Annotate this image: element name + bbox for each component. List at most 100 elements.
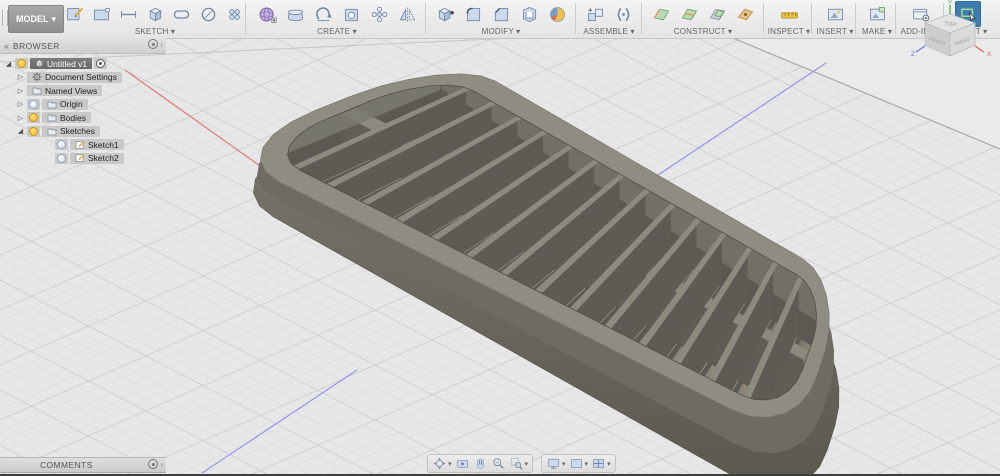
collapse-arrow-icon[interactable]: ◢	[4, 60, 13, 68]
visibility-bulb-icon[interactable]	[27, 98, 40, 110]
navigation-bar: ▾ ▾ ▾ ▾ ▾	[427, 454, 616, 473]
browser-item-pill[interactable]: Sketch1	[70, 139, 124, 151]
insert-image-icon[interactable]	[823, 2, 847, 26]
gear-icon	[32, 72, 42, 82]
caret-down-icon[interactable]: ▾	[585, 460, 589, 468]
browser-item-named-views[interactable]: ▷ Named Views	[0, 84, 166, 98]
visibility-bulb-icon[interactable]	[55, 152, 68, 164]
joint-icon[interactable]	[611, 2, 635, 26]
folder-icon	[47, 100, 57, 109]
new-component-icon[interactable]	[583, 2, 607, 26]
circle-icon[interactable]	[197, 2, 220, 26]
toolbar-group-label[interactable]: CONSTRUCT ▾	[644, 27, 762, 36]
print-icon[interactable]	[865, 2, 889, 26]
browser-title: BROWSER	[13, 40, 60, 51]
form-sphere-icon[interactable]	[255, 2, 279, 26]
toolbar-group-label[interactable]: MAKE ▾	[858, 27, 896, 36]
toolbar-group-insert: INSERT ▾	[814, 0, 856, 38]
comments-title: COMMENTS	[40, 460, 93, 470]
fusion360-window: { "app": { "workspace_label": "MODEL", "…	[0, 0, 1000, 476]
loft-icon[interactable]	[283, 2, 307, 26]
panel-chevron-icon[interactable]: ›	[160, 40, 163, 49]
expand-arrow-icon[interactable]: ▷	[16, 100, 25, 108]
look-at-button[interactable]	[454, 456, 471, 471]
browser-item-pill[interactable]: Bodies	[42, 112, 91, 124]
line-icon[interactable]	[117, 2, 140, 26]
shell-icon[interactable]	[517, 2, 541, 26]
toolbar-divider	[245, 3, 246, 34]
toolbar-group-label[interactable]: SKETCH ▾	[64, 27, 246, 36]
toolbar-group-label[interactable]: INSERT ▾	[814, 27, 856, 36]
browser-item-label: Origin	[60, 99, 83, 110]
browser-header[interactable]: « BROWSER ›	[0, 38, 166, 54]
pan-button[interactable]	[472, 456, 489, 471]
expand-arrow-icon[interactable]: ▷	[16, 87, 25, 95]
browser-item-pill[interactable]: Sketches	[42, 125, 100, 137]
caret-down-icon[interactable]: ▾	[607, 460, 611, 468]
caret-down-icon: ▾	[51, 13, 57, 24]
visibility-bulb-icon[interactable]	[55, 139, 68, 151]
slot-icon[interactable]	[170, 2, 193, 26]
point-plane-icon[interactable]	[733, 2, 757, 26]
appearance-icon[interactable]	[545, 2, 569, 26]
collapse-panel-icon[interactable]: «	[4, 41, 9, 51]
browser-item-document-settings[interactable]: ▷ Document Settings	[0, 71, 166, 85]
chamfer-icon[interactable]	[489, 2, 513, 26]
toolbar-group-label[interactable]: CREATE ▾	[248, 27, 426, 36]
caret-down-icon[interactable]: ▾	[525, 460, 529, 468]
visibility-bulb-icon[interactable]	[27, 125, 40, 137]
measure-icon[interactable]	[777, 2, 801, 26]
browser-item-pill[interactable]: Document Settings	[27, 71, 122, 83]
viewports-button[interactable]: ▾	[590, 456, 612, 471]
rectangle-icon[interactable]	[91, 2, 114, 26]
browser-item-sketches[interactable]: ◢ Sketches	[0, 125, 166, 139]
browser-item-sketch1[interactable]: Sketch1	[0, 138, 166, 152]
offset-plane-icon[interactable]	[649, 2, 673, 26]
revolve-icon[interactable]	[311, 2, 335, 26]
point-pattern-icon[interactable]	[223, 2, 246, 26]
toolbar-group-label[interactable]: MODIFY ▾	[428, 27, 574, 36]
toolbar-group-label[interactable]: INSPECT ▾	[766, 27, 812, 36]
comments-options-icon[interactable]	[148, 459, 159, 469]
pattern-icon[interactable]	[367, 2, 391, 26]
caret-down-icon[interactable]: ▾	[448, 460, 452, 468]
browser-item-pill[interactable]: Sketch2	[70, 152, 124, 164]
browser-item-untitled-v1[interactable]: ◢ Untitled v1	[0, 57, 166, 71]
display-settings-button[interactable]: ▾	[545, 456, 567, 471]
fillet-icon[interactable]	[461, 2, 485, 26]
mirror-icon[interactable]	[395, 2, 419, 26]
fit-button[interactable]: ▾	[508, 456, 530, 471]
caret-down-icon[interactable]: ▾	[562, 460, 566, 468]
press-pull-icon[interactable]	[433, 2, 457, 26]
panel-options-icon[interactable]	[148, 39, 159, 49]
zoom-button[interactable]	[490, 456, 507, 471]
axis-plane-icon[interactable]	[705, 2, 729, 26]
browser-item-pill[interactable]: Origin	[42, 98, 88, 110]
toolbar-group-sketch: SKETCH ▾	[64, 0, 246, 38]
comments-bar[interactable]: COMMENTS ›	[0, 457, 166, 473]
orbit-button[interactable]: ▾	[431, 456, 453, 471]
visibility-bulb-icon[interactable]	[27, 112, 40, 124]
browser-item-sketch2[interactable]: Sketch2	[0, 152, 166, 166]
activate-component-radio[interactable]	[94, 58, 108, 70]
collapse-arrow-icon[interactable]: ◢	[16, 127, 25, 135]
component-icon	[35, 59, 44, 68]
browser-item-origin[interactable]: ▷ Origin	[0, 98, 166, 112]
comments-chevron-icon[interactable]: ›	[160, 460, 163, 469]
browser-item-bodies[interactable]: ▷ Bodies	[0, 111, 166, 125]
browser-item-pill[interactable]: Named Views	[27, 85, 103, 97]
extrude-box-icon[interactable]	[144, 2, 167, 26]
visibility-bulb-icon[interactable]	[15, 58, 28, 70]
expand-arrow-icon[interactable]: ▷	[16, 73, 25, 81]
browser-item-pill[interactable]: Untitled v1	[30, 58, 93, 70]
expand-arrow-icon[interactable]: ▷	[16, 114, 25, 122]
toolbar-group-label[interactable]: ASSEMBLE ▾	[578, 27, 640, 36]
view-cube[interactable]: TOP FRONT RIGHT Y Z X	[908, 0, 994, 62]
workspace-selector[interactable]: MODEL ▾	[8, 5, 64, 33]
hole-icon[interactable]	[339, 2, 363, 26]
grid-settings-button[interactable]: ▾	[568, 456, 590, 471]
main-toolbar: MODEL ▾ SKETCH ▾ CREATE ▾ MODIFY ▾ ASSEMBLE …	[0, 0, 1000, 39]
create-sketch-icon[interactable]	[64, 2, 87, 26]
toolbar-divider	[641, 3, 642, 34]
midplane-icon[interactable]	[677, 2, 701, 26]
